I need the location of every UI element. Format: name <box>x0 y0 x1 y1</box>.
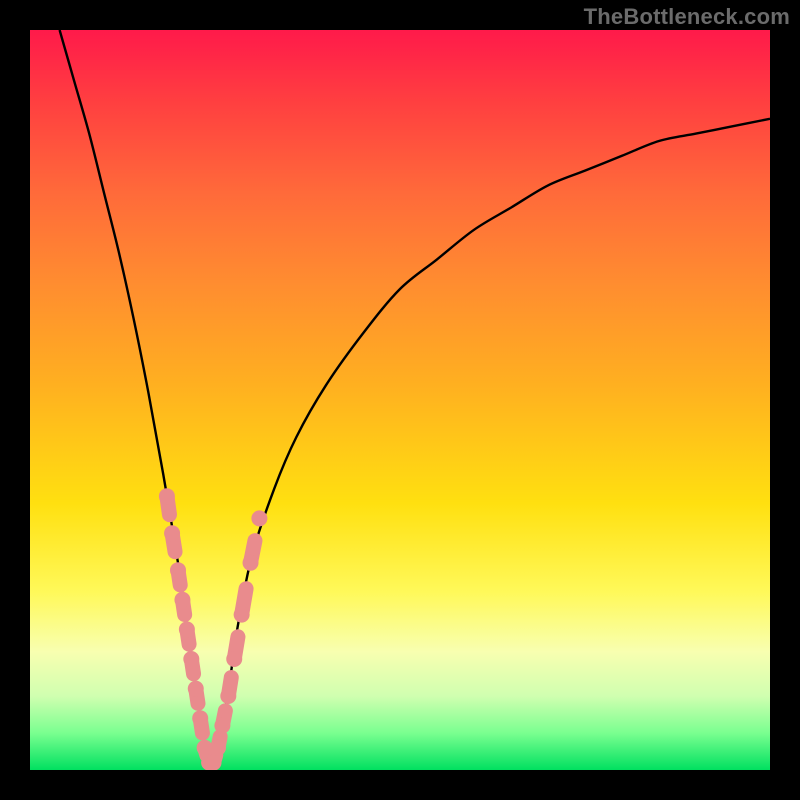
highlight-marker <box>174 592 190 608</box>
bottleneck-chart-svg <box>30 30 770 770</box>
highlight-marker <box>243 555 259 571</box>
highlight-marker <box>188 681 204 697</box>
highlight-marker <box>206 755 222 770</box>
highlight-markers-group <box>159 488 268 770</box>
highlight-marker <box>170 562 186 578</box>
highlight-marker <box>210 740 226 756</box>
highlight-marker <box>159 488 175 504</box>
highlight-marker <box>226 651 242 667</box>
highlight-marker <box>234 607 250 623</box>
watermark-text: TheBottleneck.com <box>584 4 790 30</box>
bottleneck-curve-line <box>60 30 770 768</box>
chart-plot-area <box>30 30 770 770</box>
highlight-marker <box>179 621 195 637</box>
highlight-marker <box>214 718 230 734</box>
highlight-marker <box>220 688 236 704</box>
highlight-marker <box>183 651 199 667</box>
highlight-marker <box>251 510 267 526</box>
highlight-marker <box>192 710 208 726</box>
highlight-marker <box>164 525 180 541</box>
